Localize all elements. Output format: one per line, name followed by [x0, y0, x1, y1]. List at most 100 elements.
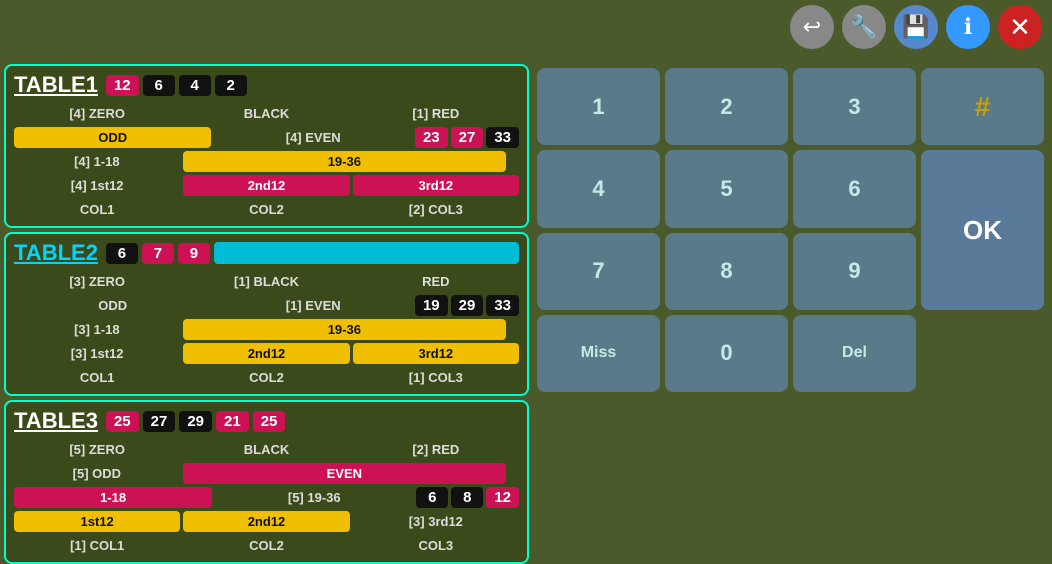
table3-badge-1: 27 [143, 411, 176, 432]
table2-header: TABLE2 6 7 9 [14, 240, 519, 266]
table2-badge-2: 9 [178, 243, 210, 264]
key-miss[interactable]: Miss [537, 315, 660, 392]
key-ok[interactable]: OK [921, 150, 1044, 310]
table3-badge-3: 21 [216, 411, 249, 432]
t1-num-33: 33 [486, 127, 519, 148]
table3-badge-4: 25 [253, 411, 286, 432]
key-2[interactable]: 2 [665, 68, 788, 145]
t1-col1: COL1 [14, 199, 180, 220]
key-4[interactable]: 4 [537, 150, 660, 227]
table3-row-2: 1-18 [5] 19-36 6 8 12 [14, 487, 519, 508]
t1-2nd12: 2nd12 [183, 175, 349, 196]
t1-118: [4] 1-18 [14, 151, 180, 172]
table1-row-4: COL1 COL2 [2] COL3 [14, 199, 519, 220]
table1-row-3: [4] 1st12 2nd12 3rd12 [14, 175, 519, 196]
t1-odd: ODD [14, 127, 211, 148]
table3-row-0: [5] ZERO BLACK [2] RED [14, 439, 519, 460]
table3-row-1: [5] ODD EVEN [14, 463, 519, 484]
t3-num-8: 8 [451, 487, 483, 508]
t1-zero: [4] ZERO [14, 103, 180, 124]
wrench-button[interactable]: 🔧 [842, 5, 886, 49]
t3-nums: 6 8 12 [416, 487, 519, 508]
t2-even: [1] EVEN [214, 295, 411, 316]
t1-1st12: [4] 1st12 [14, 175, 180, 196]
table2-title: TABLE2 [14, 240, 98, 266]
key-1[interactable]: 1 [537, 68, 660, 145]
t3-num-12: 12 [486, 487, 519, 508]
table1-badge-1: 6 [143, 75, 175, 96]
key-del[interactable]: Del [793, 315, 916, 392]
table3-badge-2: 29 [179, 411, 212, 432]
key-0[interactable]: 0 [665, 315, 788, 392]
save-button[interactable]: 💾 [894, 5, 938, 49]
t2-empty [509, 327, 519, 333]
table1-header: TABLE1 12 6 4 2 [14, 72, 519, 98]
t1-col2: COL2 [183, 199, 349, 220]
keypad-area: 1 2 3 # 4 5 6 OK 7 8 9 Miss 0 Del [533, 64, 1048, 396]
table1-badge-3: 2 [215, 75, 247, 96]
key-8[interactable]: 8 [665, 233, 788, 310]
table1-title: TABLE1 [14, 72, 98, 98]
table1-row-1: ODD [4] EVEN 23 27 33 [14, 127, 519, 148]
table1-row-2: [4] 1-18 19-36 [14, 151, 519, 172]
info-button[interactable]: ℹ [946, 5, 990, 49]
t3-empty1 [509, 471, 519, 477]
t1-num-27: 27 [451, 127, 484, 148]
t2-red: RED [353, 271, 519, 292]
t3-red: [2] RED [353, 439, 519, 460]
t3-odd: [5] ODD [14, 463, 180, 484]
table1-row-0: [4] ZERO BLACK [1] RED [14, 103, 519, 124]
table2-row-2: [3] 1-18 19-36 [14, 319, 519, 340]
t1-num-23: 23 [415, 127, 448, 148]
t2-nums: 19 29 33 [415, 295, 519, 316]
t1-black: BLACK [183, 103, 349, 124]
key-5[interactable]: 5 [665, 150, 788, 227]
t2-col1: COL1 [14, 367, 180, 388]
table2-row-3: [3] 1st12 2nd12 3rd12 [14, 343, 519, 364]
t3-1936: [5] 19-36 [215, 487, 413, 508]
table2-panel: TABLE2 6 7 9 [3] ZERO [1] BLACK RED ODD … [4, 232, 529, 396]
table2-cyan-bar [214, 242, 519, 264]
t2-num-19: 19 [415, 295, 448, 316]
back-button[interactable]: ↩ [790, 5, 834, 49]
table2-badge-1: 7 [142, 243, 174, 264]
toolbar: ↩ 🔧 💾 ℹ ✕ [790, 5, 1042, 49]
table3-row-4: [1] COL1 COL2 COL3 [14, 535, 519, 556]
table1-badge-2: 4 [179, 75, 211, 96]
table1-panel: TABLE1 12 6 4 2 [4] ZERO BLACK [1] RED O… [4, 64, 529, 228]
t2-1936: 19-36 [183, 319, 506, 340]
t2-col2: COL2 [183, 367, 349, 388]
key-6[interactable]: 6 [793, 150, 916, 227]
key-3[interactable]: 3 [793, 68, 916, 145]
t1-red: [1] RED [353, 103, 519, 124]
t2-black: [1] BLACK [183, 271, 349, 292]
t2-num-29: 29 [451, 295, 484, 316]
key-9[interactable]: 9 [793, 233, 916, 310]
t3-col1: [1] COL1 [14, 535, 180, 556]
t2-118: [3] 1-18 [14, 319, 180, 340]
t2-zero: [3] ZERO [14, 271, 180, 292]
t3-num-6: 6 [416, 487, 448, 508]
t2-col3: [1] COL3 [353, 367, 519, 388]
t3-col2: COL2 [183, 535, 349, 556]
table3-badge-0: 25 [106, 411, 139, 432]
t1-1936: 19-36 [183, 151, 506, 172]
t1-empty [509, 159, 519, 165]
table2-row-4: COL1 COL2 [1] COL3 [14, 367, 519, 388]
t3-black: BLACK [183, 439, 349, 460]
t2-3rd12: 3rd12 [353, 343, 519, 364]
table3-title: TABLE3 [14, 408, 98, 434]
t2-1st12: [3] 1st12 [14, 343, 180, 364]
t1-col3: [2] COL3 [353, 199, 519, 220]
close-button[interactable]: ✕ [998, 5, 1042, 49]
table2-row-1: ODD [1] EVEN 19 29 33 [14, 295, 519, 316]
keypad-grid: 1 2 3 # 4 5 6 OK 7 8 9 Miss 0 Del [537, 68, 1044, 392]
key-7[interactable]: 7 [537, 233, 660, 310]
t3-col3: COL3 [353, 535, 519, 556]
key-hash[interactable]: # [921, 68, 1044, 145]
t2-odd: ODD [14, 295, 211, 316]
t1-even: [4] EVEN [214, 127, 411, 148]
table2-row-0: [3] ZERO [1] BLACK RED [14, 271, 519, 292]
t3-118: 1-18 [14, 487, 212, 508]
table1-badge-0: 12 [106, 75, 139, 96]
